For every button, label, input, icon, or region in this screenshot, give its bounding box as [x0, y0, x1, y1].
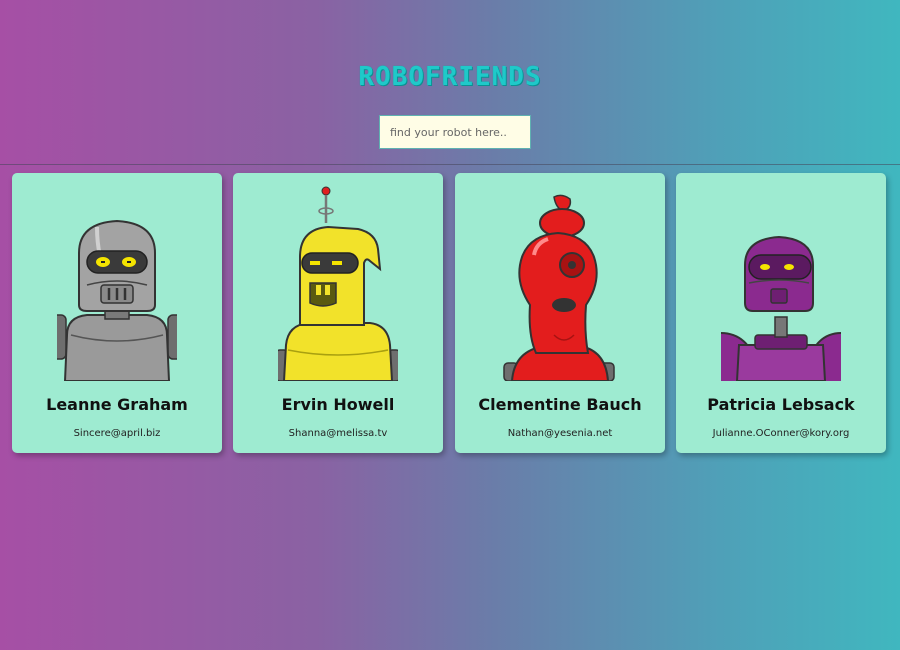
- header-divider: [0, 164, 900, 165]
- robot-name: Ervin Howell: [281, 395, 395, 414]
- robot-email: Sincere@april.biz: [73, 428, 161, 439]
- robot-email: Nathan@yesenia.net: [507, 428, 613, 439]
- robot-card-list: Leanne Graham Sincere@april.biz Ervin Ho…: [12, 173, 888, 453]
- robot-avatar-image: [278, 186, 398, 381]
- robot-card[interactable]: Clementine Bauch Nathan@yesenia.net: [455, 173, 665, 453]
- robot-name: Patricia Lebsack: [707, 395, 855, 414]
- robot-email: Julianne.OConner@kory.org: [712, 428, 850, 439]
- robot-card[interactable]: Leanne Graham Sincere@april.biz: [12, 173, 222, 453]
- page-title: ROBOFRIENDS: [358, 62, 542, 92]
- robot-avatar-image: [503, 194, 615, 381]
- robot-name: Leanne Graham: [46, 395, 188, 414]
- robot-avatar-image: [57, 219, 177, 381]
- search-input[interactable]: [379, 115, 531, 149]
- robot-card[interactable]: Ervin Howell Shanna@melissa.tv: [233, 173, 443, 453]
- robot-card[interactable]: Patricia Lebsack Julianne.OConner@kory.o…: [676, 173, 886, 453]
- robot-name: Clementine Bauch: [478, 395, 642, 414]
- robot-email: Shanna@melissa.tv: [288, 428, 388, 439]
- robot-avatar-image: [721, 235, 841, 381]
